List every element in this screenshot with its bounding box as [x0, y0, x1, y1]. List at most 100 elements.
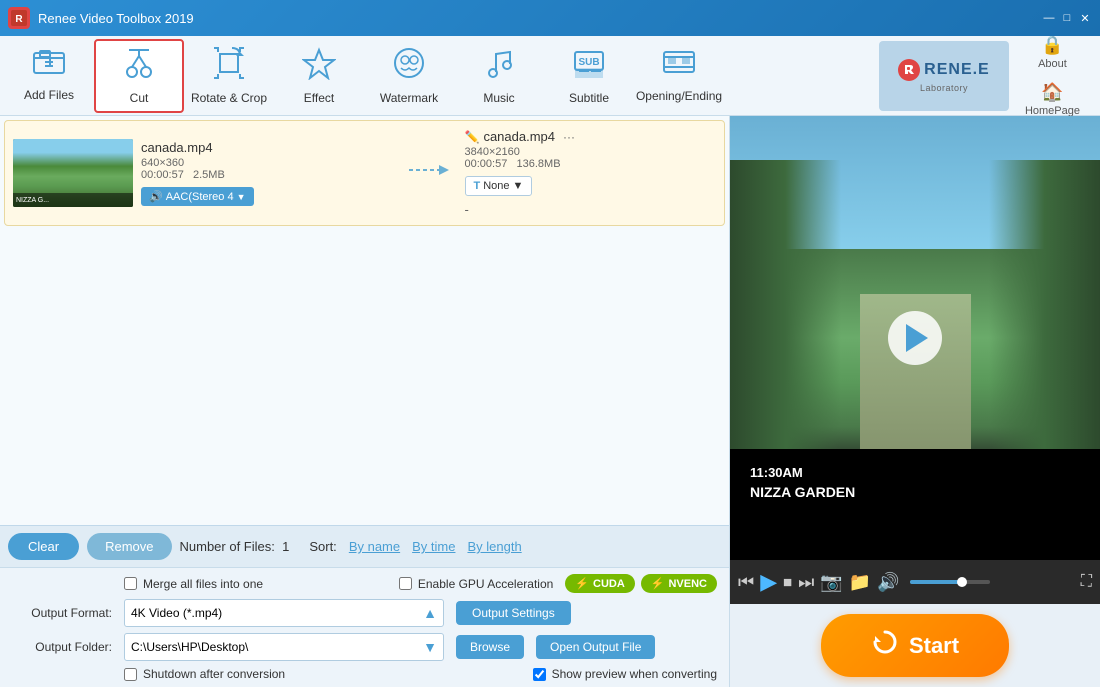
about-label: About: [1038, 58, 1067, 70]
toolbar: Add Files Cut: [0, 36, 1100, 116]
remove-button[interactable]: Remove: [87, 533, 171, 560]
toolbar-music[interactable]: Music: [454, 39, 544, 113]
stop-btn[interactable]: ⏹: [783, 572, 792, 593]
input-dropdowns: 🔊 AAC(Stereo 4 ▼: [141, 187, 393, 206]
nvenc-icon: ⚡: [651, 577, 665, 590]
file-output-info: ✏️ canada.mp4 ··· 3840×2160 00:00:57 136…: [465, 129, 717, 217]
preview-checkbox-row: Show preview when converting: [533, 667, 717, 681]
play-triangle-icon: [906, 324, 928, 352]
output-size: 136.8MB: [517, 158, 561, 170]
gpu-row: Merge all files into one Enable GPU Acce…: [12, 574, 717, 593]
about-btn[interactable]: 🔒 About: [1017, 31, 1088, 74]
merge-checkbox-row: Merge all files into one: [124, 577, 263, 591]
toolbar-watermark[interactable]: Watermark: [364, 39, 454, 113]
number-of-files-text: Number of Files:: [180, 539, 275, 554]
cuda-badge: ⚡ CUDA: [565, 574, 634, 593]
file-count-label: Number of Files: 1: [180, 539, 290, 554]
sort-by-length-btn[interactable]: By length: [463, 537, 525, 556]
nvenc-label: NVENC: [668, 578, 707, 590]
opening-ending-icon: [662, 48, 696, 85]
main-layout: NIZZA G... canada.mp4 640×360 00:00:57 2…: [0, 116, 1100, 687]
start-label: Start: [909, 633, 959, 659]
clear-button[interactable]: Clear: [8, 533, 79, 560]
audio-track-label: AAC(Stereo 4: [166, 191, 234, 203]
play-pause-btn[interactable]: ▶: [760, 569, 777, 595]
sort-by-name-btn[interactable]: By name: [345, 537, 404, 556]
cut-icon: [122, 46, 156, 87]
more-options-btn[interactable]: ···: [563, 130, 575, 144]
toolbar-opening-ending[interactable]: Opening/Ending: [634, 39, 724, 113]
input-size: 2.5MB: [193, 169, 225, 181]
opening-ending-label: Opening/Ending: [636, 89, 722, 103]
merge-checkbox[interactable]: [124, 577, 137, 590]
open-output-button[interactable]: Open Output File: [536, 635, 655, 659]
folder-btn[interactable]: 📁: [849, 572, 871, 593]
app-title: Renee Video Toolbox 2019: [38, 11, 1042, 26]
output-folder-arrow-icon: ▼: [423, 639, 437, 655]
output-format-select[interactable]: 4K Video (*.mp4) ▲: [124, 599, 444, 627]
output-meta: 00:00:57 136.8MB: [465, 158, 717, 170]
start-button[interactable]: Start: [821, 614, 1009, 677]
convert-arrow-icon: [401, 159, 457, 187]
app-logo: R: [8, 7, 30, 29]
effect-icon: [302, 46, 336, 87]
toolbar-right-area: RENE.E Laboratory 🔒 About 🏠 HomePage: [879, 31, 1096, 121]
output-settings-button[interactable]: Output Settings: [456, 601, 571, 625]
video-location-overlay: NIZZA GARDEN: [750, 484, 855, 500]
rotate-crop-label: Rotate & Crop: [191, 91, 267, 105]
fullscreen-btn[interactable]: ⛶: [1081, 573, 1092, 591]
effect-label: Effect: [304, 91, 334, 105]
shutdown-preview-row: Shutdown after conversion Show preview w…: [12, 667, 717, 681]
audio-track-dropdown[interactable]: 🔊 AAC(Stereo 4 ▼: [141, 187, 254, 206]
input-dim: 640×360: [141, 157, 393, 169]
maximize-btn[interactable]: □: [1060, 11, 1074, 25]
volume-slider[interactable]: [910, 580, 990, 584]
output-filename: canada.mp4: [483, 129, 555, 144]
shutdown-checkbox[interactable]: [124, 668, 137, 681]
watermark-icon: [392, 46, 426, 87]
shutdown-label: Shutdown after conversion: [143, 667, 285, 681]
output-format-row: Output Format: 4K Video (*.mp4) ▲ Output…: [12, 599, 717, 627]
skip-forward-btn[interactable]: ⏭: [798, 572, 814, 593]
gpu-checkbox[interactable]: [399, 577, 412, 590]
lock-icon: 🔒: [1041, 35, 1063, 56]
video-preview-area: 11:30AM NIZZA GARDEN: [730, 116, 1100, 560]
volume-icon: 🔊: [877, 572, 899, 593]
nvenc-badge: ⚡ NVENC: [641, 574, 717, 593]
file-list-area: NIZZA G... canada.mp4 640×360 00:00:57 2…: [0, 116, 729, 525]
svg-text:R: R: [15, 14, 23, 25]
subtitle-arrow-icon: ▼: [513, 180, 524, 192]
output-dim-row: 3840×2160: [465, 146, 717, 158]
output-format-value: 4K Video (*.mp4): [131, 606, 222, 620]
add-files-label: Add Files: [24, 88, 74, 102]
gpu-badges: ⚡ CUDA ⚡ NVENC: [565, 574, 717, 593]
toolbar-rotate-crop[interactable]: Rotate & Crop: [184, 39, 274, 113]
add-files-icon: [32, 49, 66, 84]
sort-by-time-btn[interactable]: By time: [408, 537, 459, 556]
toolbar-subtitle[interactable]: SUB Subtitle: [544, 39, 634, 113]
toolbar-add-files[interactable]: Add Files: [4, 39, 94, 113]
play-button[interactable]: [888, 311, 942, 365]
merge-label: Merge all files into one: [143, 577, 263, 591]
homepage-btn[interactable]: 🏠 HomePage: [1017, 78, 1088, 121]
settings-bar: Merge all files into one Enable GPU Acce…: [0, 567, 729, 687]
browse-button[interactable]: Browse: [456, 635, 524, 659]
file-count-number: 1: [282, 539, 289, 554]
toolbar-cut[interactable]: Cut: [94, 39, 184, 113]
screenshot-btn[interactable]: 📷: [820, 572, 842, 593]
output-dash: -: [465, 202, 717, 217]
output-duration: 00:00:57: [465, 158, 508, 170]
minimize-btn[interactable]: —: [1042, 11, 1056, 25]
preview-checkbox[interactable]: [533, 668, 546, 681]
toolbar-effect[interactable]: Effect: [274, 39, 364, 113]
subtitle-dropdown[interactable]: T None ▼: [465, 176, 533, 196]
output-folder-select[interactable]: C:\Users\HP\Desktop\ ▼: [124, 633, 444, 661]
video-controls-bar: ⏮ ▶ ⏹ ⏭ 📷 📁 🔊 ⛶: [730, 560, 1100, 604]
home-icon: 🏠: [1041, 82, 1063, 103]
cut-label: Cut: [130, 91, 149, 105]
output-folder-row: Output Folder: C:\Users\HP\Desktop\ ▼ Br…: [12, 633, 717, 661]
skip-back-btn[interactable]: ⏮: [738, 572, 754, 593]
text-t-icon: T: [474, 180, 481, 192]
close-btn[interactable]: ✕: [1078, 11, 1092, 25]
shutdown-checkbox-row: Shutdown after conversion: [124, 667, 285, 681]
